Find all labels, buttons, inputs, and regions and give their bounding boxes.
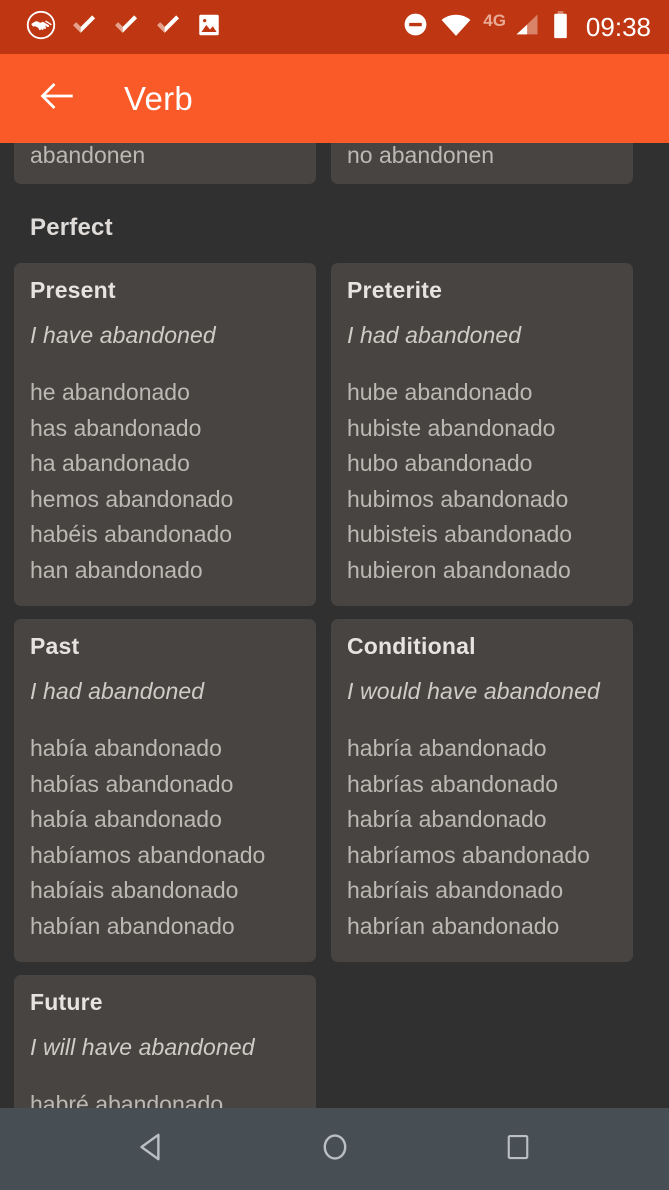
conjugation-card-past[interactable]: Past I had abandoned había abandonado ha… bbox=[14, 619, 316, 962]
conjugation-line: habré abandonado bbox=[30, 1091, 224, 1108]
card-title: Past bbox=[30, 633, 80, 659]
conjugation-line: habíamos abandonado bbox=[30, 841, 266, 868]
check-icon-1 bbox=[70, 11, 98, 44]
conjugation-list: había abandonado habías abandonado había… bbox=[30, 731, 300, 944]
battery-icon bbox=[552, 10, 569, 44]
page-title: Verb bbox=[124, 79, 194, 117]
conjugation-list: he abandonado has abandonado ha abandona… bbox=[30, 375, 300, 588]
clipped-cards-row: abandonen no abandonen bbox=[0, 143, 669, 184]
conjugation-line: hubimos abandonado bbox=[347, 485, 569, 512]
card-title: Future bbox=[30, 989, 103, 1015]
card-gloss: I have abandoned bbox=[30, 322, 216, 348]
android-nav-bar bbox=[0, 1108, 669, 1190]
conjugation-list: habré abandonado habrás abandonado bbox=[30, 1087, 300, 1108]
status-bar-clock: 09:38 bbox=[585, 11, 651, 42]
conjugation-line: hubiste abandonado bbox=[347, 414, 556, 441]
nav-back-triangle-icon bbox=[135, 1130, 169, 1169]
status-bar-left-icons bbox=[26, 10, 402, 45]
card-title: Preterite bbox=[347, 277, 443, 303]
conjugation-card-conditional[interactable]: Conditional I would have abandoned habrí… bbox=[331, 619, 633, 962]
conjugation-line: hubo abandonado bbox=[347, 450, 533, 476]
nav-home-circle-icon bbox=[318, 1130, 352, 1169]
card-gloss: I had abandoned bbox=[30, 678, 205, 704]
conjugation-list: habría abandonado habrías abandonado hab… bbox=[347, 731, 617, 944]
conjugation-line: habrías abandonado bbox=[347, 770, 559, 797]
nav-home-button[interactable] bbox=[295, 1119, 375, 1179]
conjugation-line: habéis abandonado bbox=[30, 521, 233, 547]
conjugation-line: habría abandonado bbox=[347, 735, 547, 761]
app-bar: Verb bbox=[0, 54, 669, 143]
conjugation-line: no abandonen bbox=[347, 143, 495, 168]
card-gloss: I had abandoned bbox=[347, 322, 522, 348]
conjugation-line: habíais abandonado bbox=[30, 877, 239, 903]
nav-recents-button[interactable] bbox=[478, 1119, 558, 1179]
conjugation-line: hubisteis abandonado bbox=[347, 521, 573, 547]
status-bar: 4G 09:38 bbox=[0, 0, 669, 54]
conjugation-card-preterite[interactable]: Preterite I had abandoned hube abandonad… bbox=[331, 263, 633, 606]
conjugation-line: abandonen bbox=[30, 143, 146, 168]
conjugation-list: hube abandonado hubiste abandonado hubo … bbox=[347, 375, 617, 588]
conjugation-line: hubieron abandonado bbox=[347, 556, 571, 583]
conjugation-line: había abandonado bbox=[30, 735, 222, 761]
conjugation-line: habría abandonado bbox=[347, 806, 547, 832]
arrow-left-icon bbox=[36, 75, 78, 122]
conjugation-line: habríais abandonado bbox=[347, 877, 564, 903]
nav-recents-square-icon bbox=[503, 1132, 533, 1167]
card-title: Present bbox=[30, 277, 116, 303]
card-clipped-imperative-negative[interactable]: no abandonen bbox=[331, 143, 633, 184]
conjugation-line: hube abandonado bbox=[347, 379, 533, 405]
conjugation-line: hemos abandonado bbox=[30, 485, 234, 512]
conjugation-line: has abandonado bbox=[30, 414, 202, 441]
card-gloss: I would have abandoned bbox=[347, 678, 600, 704]
do-not-disturb-icon bbox=[402, 11, 429, 43]
check-icon-3 bbox=[154, 11, 182, 44]
conjugation-card-present[interactable]: Present I have abandoned he abandonado h… bbox=[14, 263, 316, 606]
phone-screen: 4G 09:38 Verb abandonen no abandonen Per… bbox=[0, 0, 669, 1190]
check-icon-2 bbox=[112, 11, 140, 44]
network-type-label: 4G bbox=[483, 11, 506, 30]
conjugation-line: ha abandonado bbox=[30, 450, 190, 476]
conjugation-line: había abandonado bbox=[30, 806, 222, 832]
card-title: Conditional bbox=[347, 633, 476, 659]
conjugation-line: habías abandonado bbox=[30, 770, 234, 797]
signal-icon bbox=[513, 11, 541, 43]
card-clipped-imperative-affirmative[interactable]: abandonen bbox=[14, 143, 316, 184]
conjugation-card-future[interactable]: Future I will have abandoned habré aband… bbox=[14, 975, 316, 1108]
nav-back-button[interactable] bbox=[112, 1119, 192, 1179]
handshake-icon bbox=[26, 10, 56, 45]
conjugation-line: han abandonado bbox=[30, 556, 203, 583]
card-gloss: I will have abandoned bbox=[30, 1034, 255, 1060]
image-icon bbox=[196, 12, 222, 43]
section-header-perfect: Perfect bbox=[30, 214, 113, 241]
conjugation-line: he abandonado bbox=[30, 379, 190, 405]
conjugation-line: habrían abandonado bbox=[347, 912, 560, 939]
wifi-icon bbox=[440, 11, 472, 43]
conjugation-line: habían abandonado bbox=[30, 912, 235, 939]
conjugation-line: habríamos abandonado bbox=[347, 841, 590, 868]
back-button[interactable] bbox=[30, 72, 84, 126]
conjugation-scroll-area[interactable]: abandonen no abandonen Perfect Present I… bbox=[0, 143, 669, 1108]
conjugation-card-grid: Present I have abandoned he abandonado h… bbox=[0, 263, 669, 1108]
status-bar-right-icons: 4G 09:38 bbox=[402, 10, 651, 44]
